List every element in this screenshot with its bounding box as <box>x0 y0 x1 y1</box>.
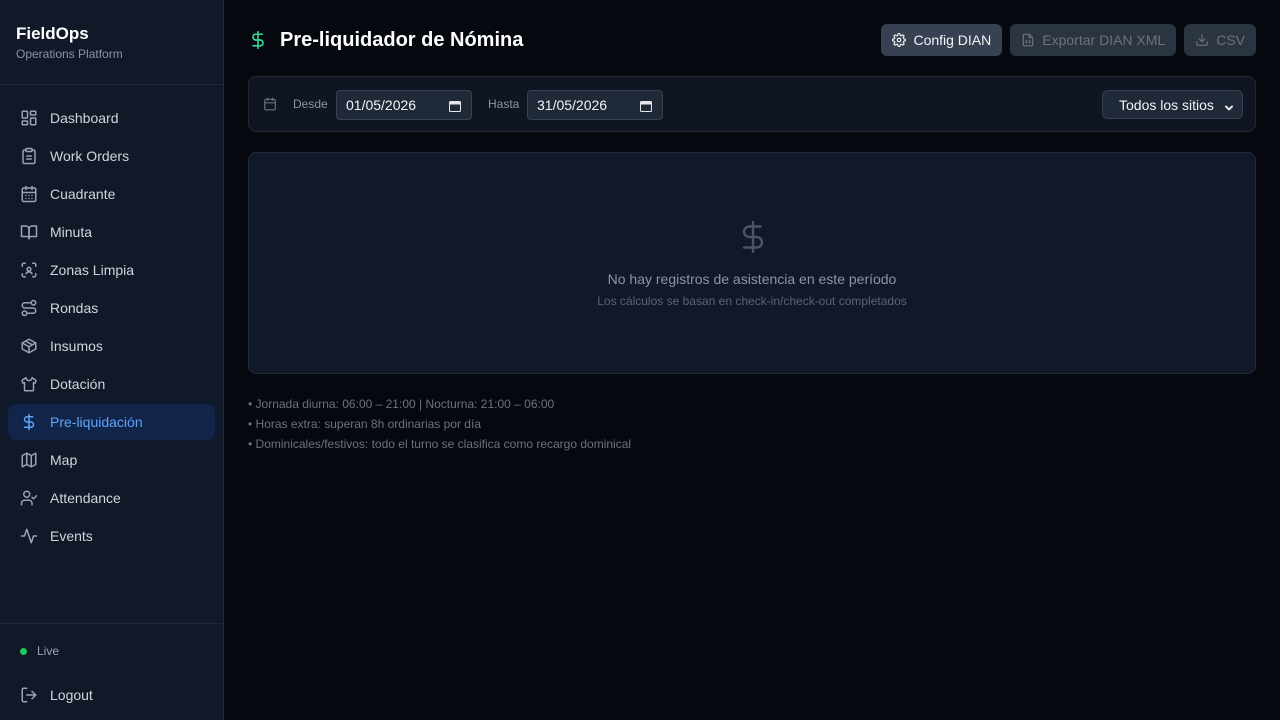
download-icon <box>1196 34 1209 46</box>
page-header: Pre-liquidador de Nómina Config DIAN Exp… <box>248 24 1256 56</box>
sidebar-item-label: Dashboard <box>50 110 119 126</box>
sidebar-item-zonas-limpia[interactable]: Zonas Limpia <box>8 252 215 288</box>
from-date-label: Desde <box>293 97 328 111</box>
sidebar-item-label: Minuta <box>50 224 93 240</box>
sidebar-item-rondas[interactable]: Rondas <box>8 290 215 326</box>
sidebar-item-label: Cuadrante <box>50 186 116 202</box>
to-date-value: 31/05/2026 <box>537 97 608 113</box>
site-select[interactable]: Todos los sitios <box>1102 90 1243 119</box>
brand: FieldOps Operations Platform <box>0 0 223 85</box>
calendar-grid-icon <box>20 185 38 203</box>
csv-label: CSV <box>1216 32 1245 48</box>
sidebar-item-label: Map <box>50 452 78 468</box>
page-title: Pre-liquidador de Nómina <box>280 28 524 51</box>
sidebar-item-minuta[interactable]: Minuta <box>8 214 215 250</box>
sidebar-item-label: Dotación <box>50 376 106 392</box>
sidebar-item-map[interactable]: Map <box>8 442 215 478</box>
empty-state: No hay registros de asistencia en este p… <box>248 152 1256 374</box>
to-date-input[interactable]: 31/05/2026 <box>527 90 663 120</box>
sidebar-item-dotacion[interactable]: Dotación <box>8 366 215 402</box>
sidebar-item-attendance[interactable]: Attendance <box>8 480 215 516</box>
user-check-icon <box>20 489 38 507</box>
shirt-icon <box>20 375 38 393</box>
csv-button[interactable]: CSV <box>1184 24 1256 56</box>
dollar-icon <box>735 217 771 257</box>
chevron-down-icon <box>1224 100 1234 111</box>
sidebar-item-label: Zonas Limpia <box>50 262 135 278</box>
sidebar-nav: Dashboard Work Orders Cuadrante Minuta Z… <box>0 85 223 554</box>
sidebar-item-cuadrante[interactable]: Cuadrante <box>8 176 215 212</box>
route-icon <box>20 299 38 317</box>
sidebar-footer: Live Logout <box>0 623 223 720</box>
live-status-label: Live <box>37 644 60 658</box>
live-status: Live <box>20 644 59 658</box>
live-dot-icon <box>20 647 27 655</box>
main-content: Pre-liquidador de Nómina Config DIAN Exp… <box>224 0 1280 720</box>
dollar-icon <box>20 413 38 431</box>
brand-title: FieldOps <box>16 24 89 43</box>
config-dian-label: Config DIAN <box>913 32 992 48</box>
from-date-input[interactable]: 01/05/2026 <box>336 90 472 120</box>
config-dian-button[interactable]: Config DIAN <box>881 24 1003 56</box>
notes-list: • Jornada diurna: 06:00 – 21:00 | Noctur… <box>248 394 631 454</box>
logout-label: Logout <box>50 687 93 703</box>
sidebar-item-events[interactable]: Events <box>8 518 215 554</box>
note-item: • Horas extra: superan 8h ordinarias por… <box>248 417 481 431</box>
sidebar-item-label: Pre-liquidación <box>50 414 143 430</box>
calendar-picker-icon[interactable] <box>449 99 461 112</box>
sidebar-item-insumos[interactable]: Insumos <box>8 328 215 364</box>
sidebar-item-label: Attendance <box>50 490 121 506</box>
map-icon <box>20 451 38 469</box>
export-dian-xml-button[interactable]: Exportar DIAN XML <box>1010 24 1177 56</box>
logout-button[interactable]: Logout <box>8 678 215 712</box>
dollar-icon <box>248 30 268 50</box>
note-item: • Dominicales/festivos: todo el turno se… <box>248 437 632 451</box>
book-icon <box>20 223 38 241</box>
file-code-icon <box>1023 33 1034 47</box>
to-date-label: Hasta <box>488 97 520 111</box>
site-select-value: Todos los sitios <box>1119 96 1214 113</box>
from-date-value: 01/05/2026 <box>346 97 417 113</box>
note-item: • Jornada diurna: 06:00 – 21:00 | Noctur… <box>248 397 555 411</box>
filter-bar: Desde 01/05/2026 Hasta 31/05/2026 Todos … <box>248 76 1256 132</box>
dashboard-icon <box>20 109 38 127</box>
gear-icon <box>892 33 907 47</box>
export-dian-xml-label: Exportar DIAN XML <box>1042 32 1166 48</box>
sidebar-item-label: Events <box>50 528 93 544</box>
sidebar-item-label: Insumos <box>50 338 103 354</box>
logout-icon <box>20 686 38 704</box>
activity-icon <box>20 527 38 545</box>
sidebar-item-pre-liquidacion[interactable]: Pre-liquidación <box>8 404 215 440</box>
calendar-picker-icon[interactable] <box>640 99 652 112</box>
brand-subtitle: Operations Platform <box>16 47 123 61</box>
package-icon <box>20 337 38 355</box>
clipboard-icon <box>20 147 38 165</box>
calendar-icon <box>263 97 277 111</box>
sidebar-item-label: Rondas <box>50 300 99 316</box>
header-actions: Config DIAN Exportar DIAN XML CSV <box>881 24 1256 56</box>
sidebar-item-dashboard[interactable]: Dashboard <box>8 100 215 136</box>
sidebar-item-label: Work Orders <box>50 148 130 164</box>
empty-state-title: No hay registros de asistencia en este p… <box>607 271 897 287</box>
sidebar: FieldOps Operations Platform Dashboard W… <box>0 0 224 720</box>
empty-state-subtitle: Los cálculos se basan en check-in/check-… <box>597 294 907 308</box>
scan-icon <box>20 261 38 279</box>
sidebar-item-work-orders[interactable]: Work Orders <box>8 138 215 174</box>
